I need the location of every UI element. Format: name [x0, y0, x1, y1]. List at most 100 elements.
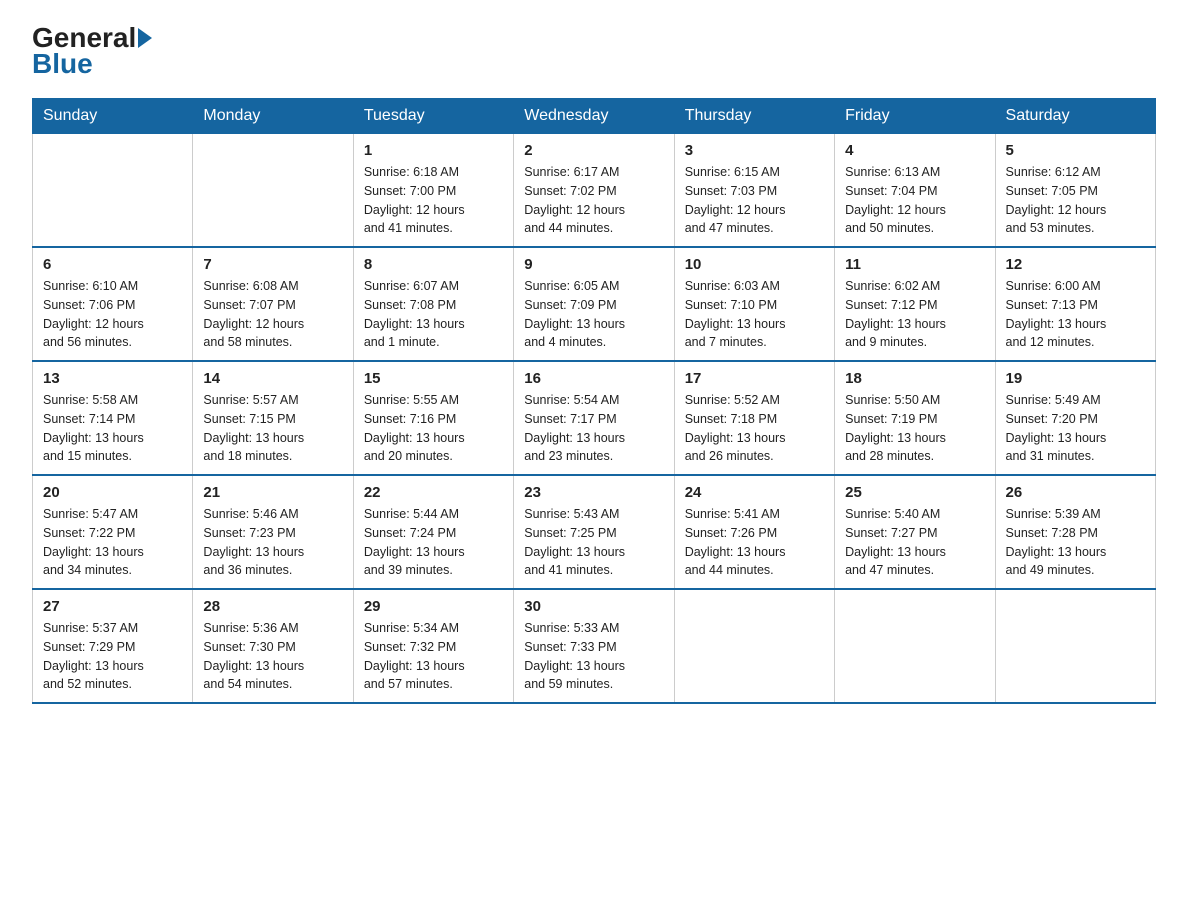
day-number: 7	[203, 256, 342, 273]
calendar-cell: 12 Sunrise: 6:00 AM Sunset: 7:13 PM Dayli…	[995, 247, 1155, 361]
day-number: 5	[1006, 142, 1145, 159]
day-info: Sunrise: 5:49 AM Sunset: 7:20 PM Dayligh…	[1006, 391, 1145, 466]
header-friday: Friday	[835, 99, 995, 134]
header-sunday: Sunday	[33, 99, 193, 134]
day-number: 13	[43, 370, 182, 387]
day-info: Sunrise: 6:07 AM Sunset: 7:08 PM Dayligh…	[364, 277, 503, 352]
day-number: 20	[43, 484, 182, 501]
calendar-cell: 26 Sunrise: 5:39 AM Sunset: 7:28 PM Dayli…	[995, 475, 1155, 589]
day-info: Sunrise: 6:18 AM Sunset: 7:00 PM Dayligh…	[364, 163, 503, 238]
day-number: 29	[364, 598, 503, 615]
day-info: Sunrise: 5:52 AM Sunset: 7:18 PM Dayligh…	[685, 391, 824, 466]
calendar-cell: 17 Sunrise: 5:52 AM Sunset: 7:18 PM Dayli…	[674, 361, 834, 475]
day-number: 30	[524, 598, 663, 615]
calendar-week-5: 27Sunrise: 5:37 AM Sunset: 7:29 PM Dayli…	[33, 589, 1156, 703]
day-info: Sunrise: 5:54 AM Sunset: 7:17 PM Dayligh…	[524, 391, 663, 466]
header-tuesday: Tuesday	[353, 99, 513, 134]
calendar-cell: 16 Sunrise: 5:54 AM Sunset: 7:17 PM Dayli…	[514, 361, 674, 475]
calendar-cell: 6Sunrise: 6:10 AM Sunset: 7:06 PM Daylig…	[33, 247, 193, 361]
day-info: Sunrise: 6:17 AM Sunset: 7:02 PM Dayligh…	[524, 163, 663, 238]
calendar-cell: 25 Sunrise: 5:40 AM Sunset: 7:27 PM Dayli…	[835, 475, 995, 589]
calendar-cell: 24 Sunrise: 5:41 AM Sunset: 7:26 PM Dayli…	[674, 475, 834, 589]
day-number: 19	[1006, 370, 1145, 387]
logo-blue-label: Blue	[32, 48, 93, 80]
day-info: Sunrise: 6:05 AM Sunset: 7:09 PM Dayligh…	[524, 277, 663, 352]
calendar-cell	[33, 134, 193, 248]
day-info: Sunrise: 5:41 AM Sunset: 7:26 PM Dayligh…	[685, 505, 824, 580]
day-info: Sunrise: 5:46 AM Sunset: 7:23 PM Dayligh…	[203, 505, 342, 580]
calendar-cell: 23 Sunrise: 5:43 AM Sunset: 7:25 PM Dayli…	[514, 475, 674, 589]
calendar-cell: 2 Sunrise: 6:17 AM Sunset: 7:02 PM Daylig…	[514, 134, 674, 248]
day-info: Sunrise: 5:47 AM Sunset: 7:22 PM Dayligh…	[43, 505, 182, 580]
calendar-cell: 21Sunrise: 5:46 AM Sunset: 7:23 PM Dayli…	[193, 475, 353, 589]
day-info: Sunrise: 5:44 AM Sunset: 7:24 PM Dayligh…	[364, 505, 503, 580]
day-number: 25	[845, 484, 984, 501]
calendar-cell: 4 Sunrise: 6:13 AM Sunset: 7:04 PM Daylig…	[835, 134, 995, 248]
day-number: 22	[364, 484, 503, 501]
day-number: 3	[685, 142, 824, 159]
calendar-cell: 18Sunrise: 5:50 AM Sunset: 7:19 PM Dayli…	[835, 361, 995, 475]
calendar-table: SundayMondayTuesdayWednesdayThursdayFrid…	[32, 98, 1156, 704]
calendar-cell: 15 Sunrise: 5:55 AM Sunset: 7:16 PM Dayli…	[353, 361, 513, 475]
day-number: 27	[43, 598, 182, 615]
calendar-header-row: SundayMondayTuesdayWednesdayThursdayFrid…	[33, 99, 1156, 134]
calendar-cell: 8 Sunrise: 6:07 AM Sunset: 7:08 PM Daylig…	[353, 247, 513, 361]
calendar-cell	[674, 589, 834, 703]
day-info: Sunrise: 5:39 AM Sunset: 7:28 PM Dayligh…	[1006, 505, 1145, 580]
calendar-cell: 9 Sunrise: 6:05 AM Sunset: 7:09 PM Daylig…	[514, 247, 674, 361]
day-info: Sunrise: 5:43 AM Sunset: 7:25 PM Dayligh…	[524, 505, 663, 580]
calendar-cell: 1 Sunrise: 6:18 AM Sunset: 7:00 PM Daylig…	[353, 134, 513, 248]
page-header: General Blue	[32, 24, 1156, 80]
day-number: 24	[685, 484, 824, 501]
day-info: Sunrise: 5:50 AM Sunset: 7:19 PM Dayligh…	[845, 391, 984, 466]
calendar-cell	[835, 589, 995, 703]
day-number: 14	[203, 370, 342, 387]
day-info: Sunrise: 5:40 AM Sunset: 7:27 PM Dayligh…	[845, 505, 984, 580]
day-number: 1	[364, 142, 503, 159]
day-number: 2	[524, 142, 663, 159]
calendar-cell: 14 Sunrise: 5:57 AM Sunset: 7:15 PM Dayli…	[193, 361, 353, 475]
day-info: Sunrise: 5:36 AM Sunset: 7:30 PM Dayligh…	[203, 619, 342, 694]
day-info: Sunrise: 5:55 AM Sunset: 7:16 PM Dayligh…	[364, 391, 503, 466]
day-number: 10	[685, 256, 824, 273]
header-thursday: Thursday	[674, 99, 834, 134]
day-number: 11	[845, 256, 984, 273]
day-number: 17	[685, 370, 824, 387]
header-wednesday: Wednesday	[514, 99, 674, 134]
day-number: 28	[203, 598, 342, 615]
day-info: Sunrise: 5:58 AM Sunset: 7:14 PM Dayligh…	[43, 391, 182, 466]
day-info: Sunrise: 6:13 AM Sunset: 7:04 PM Dayligh…	[845, 163, 984, 238]
day-info: Sunrise: 6:12 AM Sunset: 7:05 PM Dayligh…	[1006, 163, 1145, 238]
day-info: Sunrise: 6:10 AM Sunset: 7:06 PM Dayligh…	[43, 277, 182, 352]
day-number: 8	[364, 256, 503, 273]
day-number: 15	[364, 370, 503, 387]
day-info: Sunrise: 6:03 AM Sunset: 7:10 PM Dayligh…	[685, 277, 824, 352]
day-number: 9	[524, 256, 663, 273]
logo: General Blue	[32, 24, 154, 80]
calendar-cell: 5 Sunrise: 6:12 AM Sunset: 7:05 PM Daylig…	[995, 134, 1155, 248]
header-saturday: Saturday	[995, 99, 1155, 134]
calendar-cell: 27Sunrise: 5:37 AM Sunset: 7:29 PM Dayli…	[33, 589, 193, 703]
day-number: 4	[845, 142, 984, 159]
calendar-cell	[995, 589, 1155, 703]
day-number: 16	[524, 370, 663, 387]
calendar-cell: 10 Sunrise: 6:03 AM Sunset: 7:10 PM Dayli…	[674, 247, 834, 361]
logo-arrow-icon	[138, 28, 152, 48]
header-monday: Monday	[193, 99, 353, 134]
day-number: 12	[1006, 256, 1145, 273]
calendar-week-3: 13 Sunrise: 5:58 AM Sunset: 7:14 PM Dayli…	[33, 361, 1156, 475]
calendar-cell: 28 Sunrise: 5:36 AM Sunset: 7:30 PM Dayli…	[193, 589, 353, 703]
day-info: Sunrise: 6:08 AM Sunset: 7:07 PM Dayligh…	[203, 277, 342, 352]
day-info: Sunrise: 6:00 AM Sunset: 7:13 PM Dayligh…	[1006, 277, 1145, 352]
calendar-cell: 22 Sunrise: 5:44 AM Sunset: 7:24 PM Dayli…	[353, 475, 513, 589]
calendar-cell: 3Sunrise: 6:15 AM Sunset: 7:03 PM Daylig…	[674, 134, 834, 248]
day-info: Sunrise: 5:57 AM Sunset: 7:15 PM Dayligh…	[203, 391, 342, 466]
day-info: Sunrise: 6:02 AM Sunset: 7:12 PM Dayligh…	[845, 277, 984, 352]
calendar-cell: 30 Sunrise: 5:33 AM Sunset: 7:33 PM Dayli…	[514, 589, 674, 703]
calendar-cell	[193, 134, 353, 248]
calendar-cell: 19 Sunrise: 5:49 AM Sunset: 7:20 PM Dayli…	[995, 361, 1155, 475]
day-info: Sunrise: 5:33 AM Sunset: 7:33 PM Dayligh…	[524, 619, 663, 694]
day-number: 23	[524, 484, 663, 501]
day-number: 26	[1006, 484, 1145, 501]
day-info: Sunrise: 5:34 AM Sunset: 7:32 PM Dayligh…	[364, 619, 503, 694]
